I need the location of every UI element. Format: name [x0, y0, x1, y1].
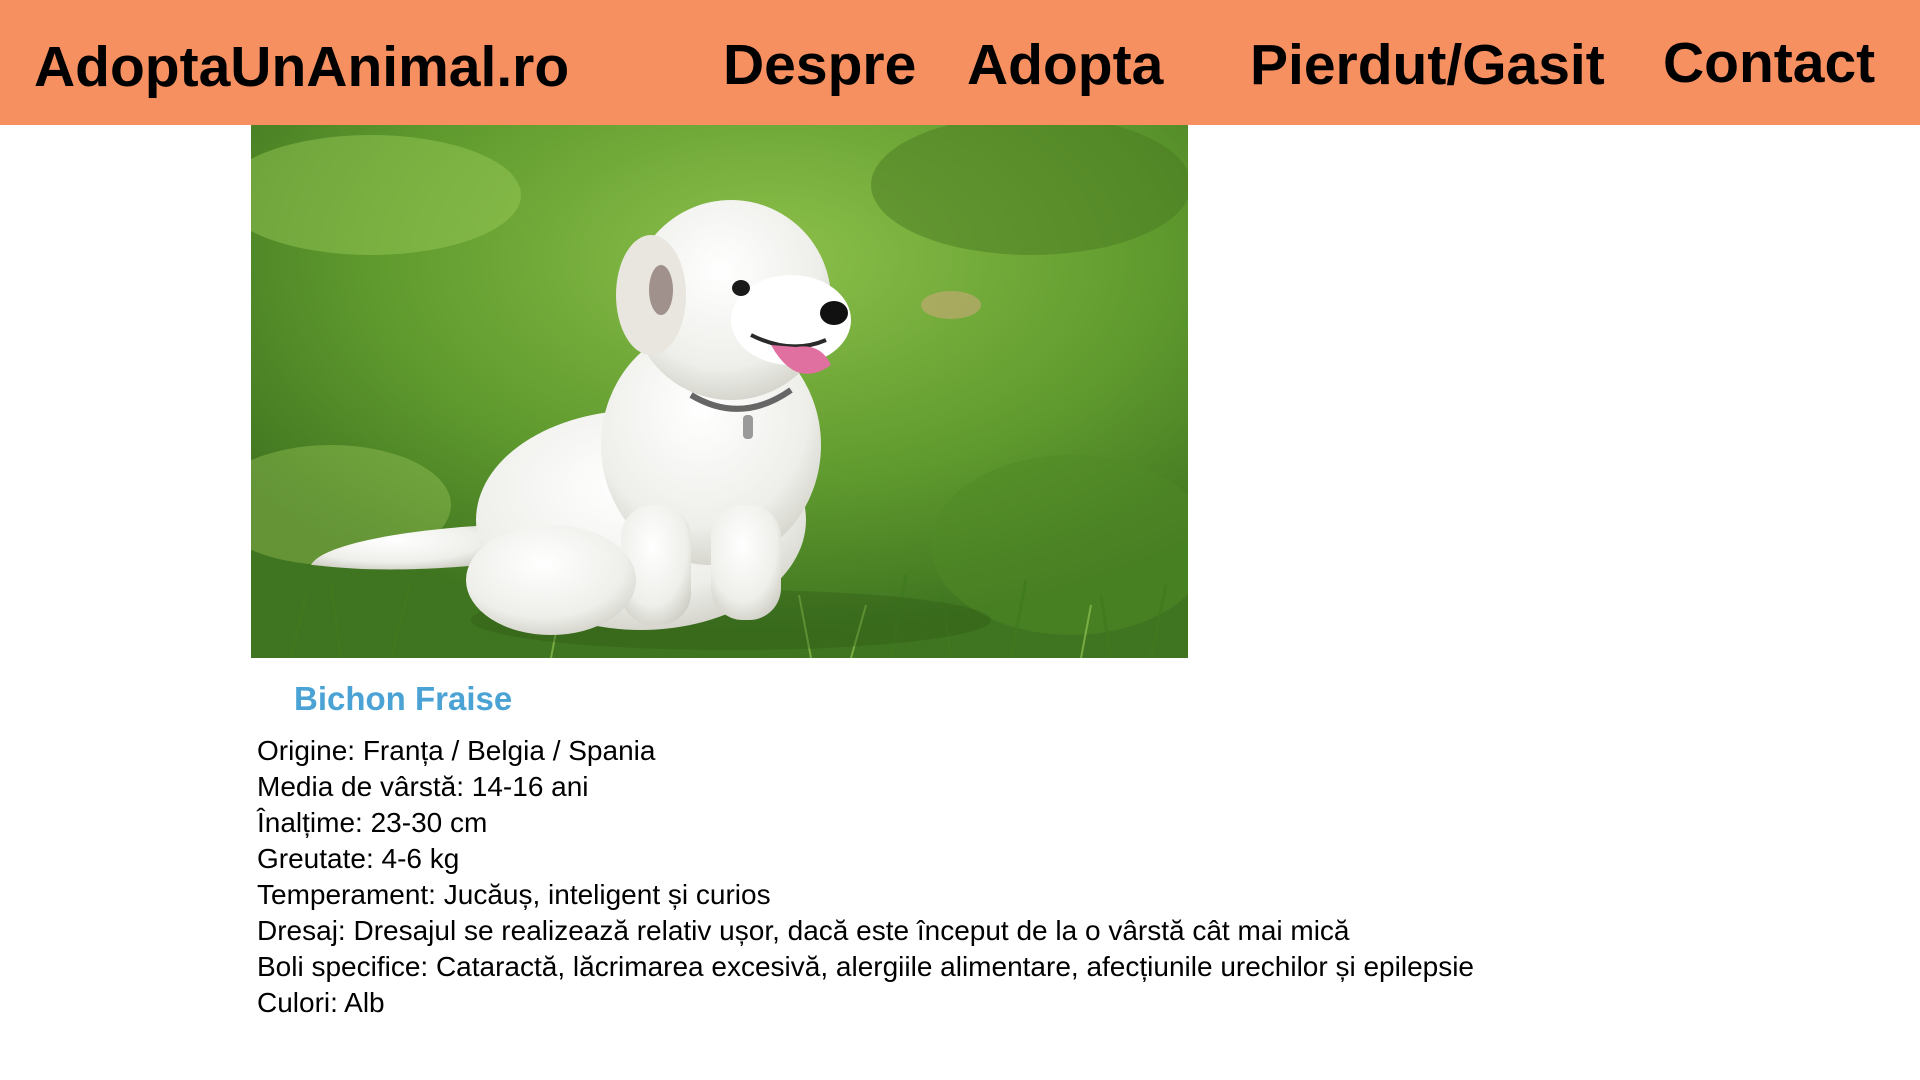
- detail-varsta: Media de vârstă: 14-16 ani: [257, 771, 589, 802]
- breed-title: Bichon Fraise: [294, 680, 513, 717]
- nav-adopta[interactable]: Adopta: [967, 30, 1163, 100]
- site-header: AdoptaUnAnimal.ro Despre Adopta Pierdut/…: [0, 0, 1920, 125]
- detail-culori: Culori: Alb: [257, 987, 385, 1018]
- detail-dresaj: Dresaj: Dresajul se realizează relativ u…: [257, 915, 1350, 946]
- detail-inaltime: Înalțime: 23-30 cm: [257, 807, 488, 838]
- nav-pierdut-gasit[interactable]: Pierdut/Gasit: [1250, 30, 1605, 100]
- nav-despre[interactable]: Despre: [723, 30, 916, 100]
- nav-contact[interactable]: Contact: [1663, 28, 1875, 98]
- breed-details-list: Origine: Franța / Belgia / Spania Media …: [257, 733, 1474, 1021]
- white-dog-illustration: [251, 125, 1188, 658]
- detail-greutate: Greutate: 4-6 kg: [257, 843, 460, 874]
- detail-boli: Boli specifice: Cataractă, lăcrimarea ex…: [257, 951, 1475, 982]
- detail-origine: Origine: Franța / Belgia / Spania: [257, 735, 656, 766]
- detail-temperament: Temperament: Jucăuș, inteligent și curio…: [257, 879, 771, 910]
- site-logo-link[interactable]: AdoptaUnAnimal.ro: [34, 32, 569, 102]
- dog-photo: [251, 125, 1188, 658]
